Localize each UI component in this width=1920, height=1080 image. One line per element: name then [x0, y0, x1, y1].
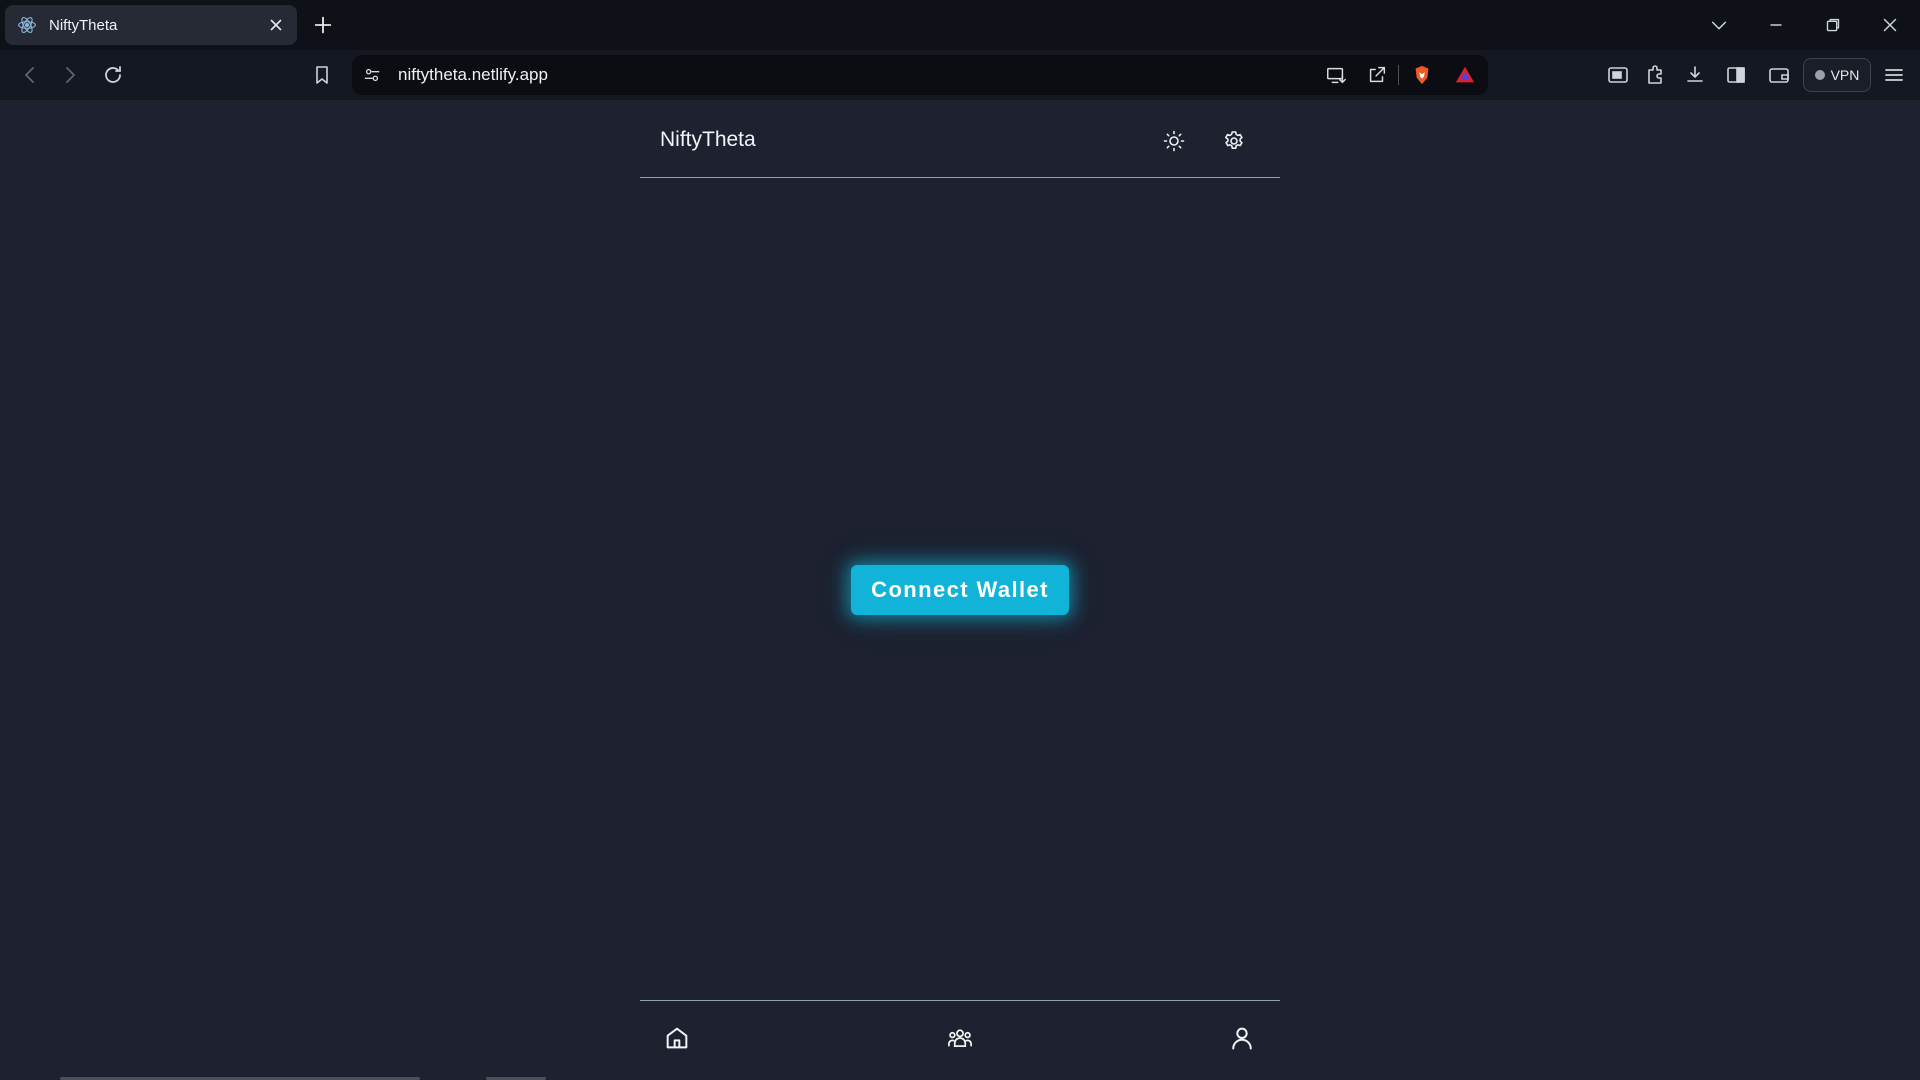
download-icon[interactable] — [1683, 63, 1707, 87]
bookmark-icon[interactable] — [310, 63, 334, 87]
home-icon[interactable] — [663, 1024, 691, 1052]
extensions-icon[interactable] — [1644, 63, 1668, 87]
share-icon[interactable] — [1366, 64, 1388, 86]
forward-icon[interactable] — [58, 63, 82, 87]
community-icon[interactable] — [946, 1024, 974, 1052]
url-text[interactable]: niftytheta.netlify.app — [398, 65, 548, 85]
page-viewport: NiftyTheta Connect Wallet — [0, 100, 1920, 1080]
app-container: NiftyTheta Connect Wallet — [640, 100, 1280, 1080]
close-window-icon[interactable] — [1879, 14, 1901, 36]
app-title: NiftyTheta — [660, 128, 756, 151]
cast-icon[interactable] — [1325, 64, 1347, 86]
sun-icon[interactable] — [1162, 129, 1186, 153]
back-icon[interactable] — [18, 63, 42, 87]
browser-tab-strip: NiftyTheta — [0, 0, 1920, 50]
vpn-status-icon — [1814, 70, 1825, 80]
browser-toolbar: niftytheta.netlify.app VPN — [0, 50, 1920, 100]
brave-rewards-icon[interactable] — [1454, 64, 1476, 86]
user-icon[interactable] — [1228, 1024, 1256, 1052]
site-settings-icon[interactable] — [362, 65, 382, 85]
address-bar[interactable]: niftytheta.netlify.app — [352, 55, 1488, 95]
vpn-button[interactable]: VPN — [1803, 58, 1871, 92]
app-header: NiftyTheta — [640, 100, 1280, 178]
brave-shield-icon[interactable] — [1411, 64, 1433, 86]
new-tab-icon[interactable] — [312, 14, 334, 36]
tab-search-chevron-icon[interactable] — [1708, 14, 1730, 36]
react-atom-icon — [17, 15, 37, 35]
connect-wallet-button[interactable]: Connect Wallet — [851, 565, 1069, 615]
restore-icon[interactable] — [1822, 14, 1844, 36]
browser-tab[interactable]: NiftyTheta — [5, 5, 297, 45]
url-divider — [1398, 65, 1399, 85]
minimize-icon[interactable] — [1765, 14, 1787, 36]
gear-icon[interactable] — [1222, 129, 1246, 153]
menu-icon[interactable] — [1882, 63, 1906, 87]
picture-in-picture-icon[interactable] — [1606, 63, 1630, 87]
bottom-nav — [640, 1000, 1280, 1080]
close-tab-icon[interactable] — [267, 16, 285, 34]
wallet-icon[interactable] — [1767, 63, 1791, 87]
reload-icon[interactable] — [101, 63, 125, 87]
tab-title: NiftyTheta — [49, 16, 118, 34]
sidebar-toggle-icon[interactable] — [1724, 63, 1748, 87]
vpn-label: VPN — [1830, 67, 1860, 83]
